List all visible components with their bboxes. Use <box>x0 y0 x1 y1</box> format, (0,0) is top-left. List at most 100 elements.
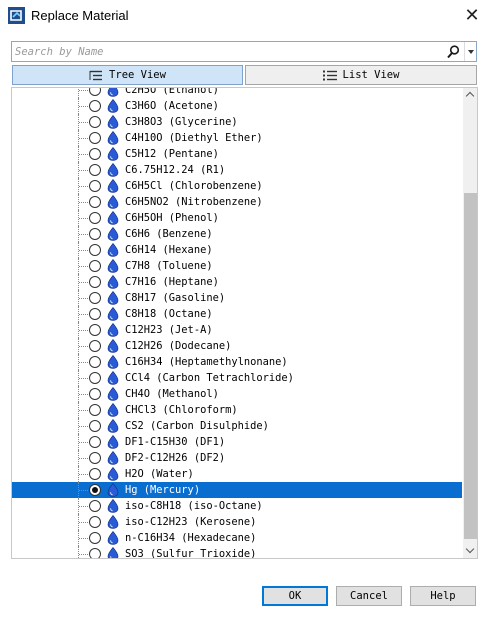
material-row[interactable]: C7H16 (Heptane) <box>12 274 462 290</box>
material-row[interactable]: C3H6O (Acetone) <box>12 98 462 114</box>
tree-branch <box>79 170 88 171</box>
material-row[interactable]: Hg (Mercury) <box>12 482 462 498</box>
tree-branch <box>79 410 88 411</box>
material-label: iso-C8H18 (iso-Octane) <box>125 500 263 512</box>
app-logo-icon <box>8 7 25 24</box>
material-radio[interactable] <box>89 88 101 96</box>
material-radio[interactable] <box>89 340 101 352</box>
material-row[interactable]: CH4O (Methanol) <box>12 386 462 402</box>
material-radio[interactable] <box>89 196 101 208</box>
material-label: C8H17 (Gasoline) <box>125 292 226 304</box>
tree-branch <box>79 554 88 555</box>
material-label: C4H10O (Diethyl Ether) <box>125 132 263 144</box>
material-label: SO3 (Sulfur Trioxide) <box>125 548 257 559</box>
material-row[interactable]: DF1-C15H30 (DF1) <box>12 434 462 450</box>
material-row[interactable]: C6H14 (Hexane) <box>12 242 462 258</box>
material-radio[interactable] <box>89 484 101 496</box>
material-radio[interactable] <box>89 292 101 304</box>
material-radio[interactable] <box>89 324 101 336</box>
tree-branch <box>79 458 88 459</box>
material-radio[interactable] <box>89 500 101 512</box>
search-dropdown-button[interactable] <box>464 42 477 61</box>
material-radio[interactable] <box>89 148 101 160</box>
tree-branch <box>79 106 88 107</box>
material-radio[interactable] <box>89 276 101 288</box>
cancel-button[interactable]: Cancel <box>336 586 402 606</box>
material-row[interactable]: C4H10O (Diethyl Ether) <box>12 130 462 146</box>
material-row[interactable]: CCl4 (Carbon Tetrachloride) <box>12 370 462 386</box>
liquid-drop-icon <box>107 515 119 529</box>
scroll-up-button[interactable] <box>463 88 477 103</box>
ok-button[interactable]: OK <box>262 586 328 606</box>
tree-branch <box>79 266 88 267</box>
material-row[interactable]: C3H8O3 (Glycerine) <box>12 114 462 130</box>
material-radio[interactable] <box>89 116 101 128</box>
vertical-scrollbar[interactable] <box>463 88 477 558</box>
material-radio[interactable] <box>89 420 101 432</box>
material-radio[interactable] <box>89 308 101 320</box>
material-row[interactable]: C6H5OH (Phenol) <box>12 210 462 226</box>
material-row[interactable]: H2O (Water) <box>12 466 462 482</box>
material-label: C3H6O (Acetone) <box>125 100 219 112</box>
liquid-drop-icon <box>107 467 119 481</box>
close-button[interactable]: ✕ <box>458 4 486 28</box>
material-radio[interactable] <box>89 100 101 112</box>
material-row[interactable]: C6.75H12.24 (R1) <box>12 162 462 178</box>
search-input[interactable] <box>12 42 440 61</box>
search-icon[interactable] <box>445 44 461 60</box>
tree-branch <box>79 154 88 155</box>
material-row[interactable]: C5H12 (Pentane) <box>12 146 462 162</box>
tree-view-button[interactable]: Tree View <box>12 65 243 85</box>
material-radio[interactable] <box>89 436 101 448</box>
material-radio[interactable] <box>89 532 101 544</box>
material-row[interactable]: SO3 (Sulfur Trioxide) <box>12 546 462 559</box>
material-radio[interactable] <box>89 356 101 368</box>
material-row[interactable]: DF2-C12H26 (DF2) <box>12 450 462 466</box>
material-row[interactable]: C6H6 (Benzene) <box>12 226 462 242</box>
material-radio[interactable] <box>89 548 101 558</box>
material-radio[interactable] <box>89 516 101 528</box>
liquid-drop-icon <box>107 195 119 209</box>
liquid-drop-icon <box>107 131 119 145</box>
material-row[interactable]: C8H17 (Gasoline) <box>12 290 462 306</box>
liquid-drop-icon <box>107 243 119 257</box>
tree-branch <box>79 218 88 219</box>
liquid-drop-icon <box>107 211 119 225</box>
material-row[interactable]: C2H5O (Ethanol) <box>12 88 462 98</box>
liquid-drop-icon <box>107 499 119 513</box>
scrollbar-thumb[interactable] <box>464 193 477 539</box>
material-radio[interactable] <box>89 260 101 272</box>
list-view-button[interactable]: List View <box>245 65 477 85</box>
material-radio[interactable] <box>89 372 101 384</box>
material-row[interactable]: iso-C12H23 (Kerosene) <box>12 514 462 530</box>
tree-branch <box>79 522 88 523</box>
material-radio[interactable] <box>89 388 101 400</box>
material-radio[interactable] <box>89 228 101 240</box>
material-row[interactable]: n-C16H34 (Hexadecane) <box>12 530 462 546</box>
material-row[interactable]: C6H5Cl (Chlorobenzene) <box>12 178 462 194</box>
material-row[interactable]: CHCl3 (Chloroform) <box>12 402 462 418</box>
material-row[interactable]: C12H26 (Dodecane) <box>12 338 462 354</box>
material-radio[interactable] <box>89 132 101 144</box>
material-radio[interactable] <box>89 468 101 480</box>
scroll-down-button[interactable] <box>463 543 477 558</box>
material-radio[interactable] <box>89 244 101 256</box>
material-row[interactable]: C7H8 (Toluene) <box>12 258 462 274</box>
material-row[interactable]: C8H18 (Octane) <box>12 306 462 322</box>
tree-branch <box>79 490 88 491</box>
material-row[interactable]: CS2 (Carbon Disulphide) <box>12 418 462 434</box>
material-row[interactable]: C12H23 (Jet-A) <box>12 322 462 338</box>
liquid-drop-icon <box>107 371 119 385</box>
tree-branch <box>79 346 88 347</box>
material-radio[interactable] <box>89 180 101 192</box>
material-radio[interactable] <box>89 452 101 464</box>
help-button[interactable]: Help <box>410 586 476 606</box>
material-radio[interactable] <box>89 404 101 416</box>
material-row[interactable]: C6H5NO2 (Nitrobenzene) <box>12 194 462 210</box>
material-row[interactable]: C16H34 (Heptamethylnonane) <box>12 354 462 370</box>
material-row[interactable]: iso-C8H18 (iso-Octane) <box>12 498 462 514</box>
tree-branch <box>79 474 88 475</box>
material-radio[interactable] <box>89 164 101 176</box>
liquid-drop-icon <box>107 259 119 273</box>
material-radio[interactable] <box>89 212 101 224</box>
